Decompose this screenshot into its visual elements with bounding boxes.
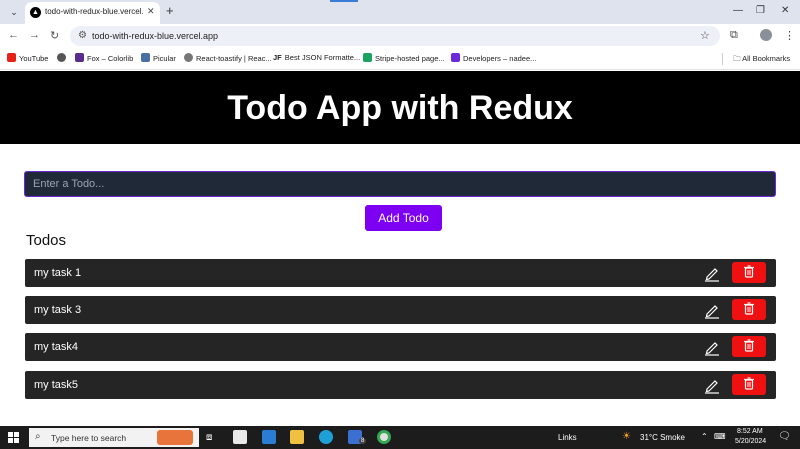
bookmarks-divider <box>722 53 723 65</box>
todo-text: my task 3 <box>34 304 82 316</box>
trash-icon <box>744 338 754 352</box>
notification-badge: 8 <box>359 438 367 444</box>
bookmark-star-icon[interactable]: ☆ <box>700 29 710 42</box>
picular-icon <box>141 53 150 62</box>
action-center-icon[interactable]: 🗨 <box>778 431 791 442</box>
delete-button[interactable] <box>732 299 766 320</box>
youtube-icon <box>7 53 16 62</box>
trash-icon <box>744 264 754 278</box>
edit-pencil-icon[interactable] <box>703 301 721 319</box>
todos-heading: Todos <box>26 232 67 249</box>
tab-title: todo-with-redux-blue.vercel.app <box>45 7 143 16</box>
delete-button[interactable] <box>732 336 766 357</box>
file-explorer-icon[interactable] <box>290 430 304 444</box>
back-arrow-icon[interactable]: ← <box>8 29 19 41</box>
taskbar-search-text: Type here to search <box>51 433 127 443</box>
clock-date[interactable]: 5/20/2024 <box>735 438 766 445</box>
tab-close-icon[interactable]: ✕ <box>147 6 155 17</box>
mail-app-icon[interactable] <box>262 430 276 444</box>
bookmark-globe[interactable] <box>57 53 69 65</box>
site-info-icon[interactable]: ⚙ <box>78 30 87 41</box>
task-view-icon[interactable]: ⧈ <box>206 432 212 443</box>
url-text: todo-with-redux-blue.vercel.app <box>92 31 219 41</box>
page-title: Todo App with Redux <box>227 89 573 127</box>
browser-tab[interactable]: ▲ todo-with-redux-blue.vercel.app ✕ <box>25 2 160 24</box>
browser-window: ⌄ ▲ todo-with-redux-blue.vercel.app ✕ + … <box>0 0 800 449</box>
bookmark-developers[interactable]: Developers – nadee... <box>451 53 536 65</box>
edge-browser-icon[interactable] <box>319 430 333 444</box>
clock-time[interactable]: 8:52 AM <box>737 428 763 435</box>
kebab-menu-icon[interactable]: ⋮ <box>784 29 795 42</box>
add-todo-button[interactable]: Add Todo <box>365 205 442 231</box>
todo-text: my task 1 <box>34 267 82 279</box>
window-close-icon[interactable]: ✕ <box>781 5 789 16</box>
tray-chevron-up-icon[interactable]: ⌃ <box>701 432 708 441</box>
todo-item: my task4 <box>25 333 776 361</box>
toastify-icon <box>184 53 193 62</box>
new-tab-plus-icon[interactable]: + <box>166 3 174 18</box>
search-highlight-image <box>157 430 193 445</box>
todo-text: my task5 <box>34 379 79 391</box>
address-bar[interactable]: ⚙ todo-with-redux-blue.vercel.app ☆ <box>70 26 720 46</box>
trash-icon <box>744 376 754 390</box>
keyboard-icon[interactable]: ⌨ <box>714 432 726 441</box>
edit-pencil-icon[interactable] <box>703 264 721 282</box>
todo-input[interactable] <box>24 171 776 197</box>
todo-item: my task 1 <box>25 259 776 287</box>
tab-strip: ⌄ ▲ todo-with-redux-blue.vercel.app ✕ + … <box>0 0 800 24</box>
vercel-favicon-icon: ▲ <box>30 7 41 18</box>
bookmark-colorlib[interactable]: Fox – Colorlib <box>75 53 133 65</box>
jf-icon: JF <box>273 53 282 62</box>
chrome-app-icon[interactable] <box>377 430 391 444</box>
todo-item: my task5 <box>25 371 776 399</box>
taskbar-search-box[interactable]: ⌕ Type here to search <box>29 428 199 447</box>
search-icon: ⌕ <box>35 431 41 442</box>
links-toolbar[interactable]: Links <box>558 433 577 442</box>
forward-arrow-icon[interactable]: → <box>29 29 40 41</box>
reload-icon[interactable]: ↻ <box>50 29 59 42</box>
developers-icon <box>451 53 460 62</box>
colorlib-icon <box>75 53 84 62</box>
bookmarks-bar: YouTube Fox – Colorlib Picular React-toa… <box>0 48 800 70</box>
todo-text: my task4 <box>34 341 79 353</box>
todo-item: my task 3 <box>25 296 776 324</box>
tab-strip-accent <box>330 0 358 2</box>
delete-button[interactable] <box>732 374 766 395</box>
minimize-icon[interactable]: — <box>733 5 743 16</box>
bookmark-stripe[interactable]: Stripe-hosted page... <box>363 53 445 65</box>
bookmark-json-formatter[interactable]: JF Best JSON Formatte... <box>273 53 360 65</box>
bookmark-picular[interactable]: Picular <box>141 53 176 65</box>
store-app-icon[interactable] <box>233 430 247 444</box>
stripe-icon <box>363 53 372 62</box>
restore-icon[interactable]: ❐ <box>756 5 765 16</box>
windows-start-icon[interactable] <box>8 432 19 443</box>
profile-avatar[interactable] <box>760 29 772 41</box>
weather-text[interactable]: 31°C Smoke <box>640 433 685 442</box>
windows-taskbar: ⌕ Type here to search ⧈ 8 Links ☀ 31°C S… <box>0 426 800 449</box>
tab-search-chevron-icon[interactable]: ⌄ <box>6 5 22 19</box>
edit-pencil-icon[interactable] <box>703 376 721 394</box>
edit-pencil-icon[interactable] <box>703 338 721 356</box>
browser-toolbar: ← → ↻ ⚙ todo-with-redux-blue.vercel.app … <box>0 24 800 48</box>
all-bookmarks[interactable]: 🗀 All Bookmarks <box>733 53 790 66</box>
bookmark-youtube[interactable]: YouTube <box>7 53 48 65</box>
delete-button[interactable] <box>732 262 766 283</box>
bookmark-react-toastify[interactable]: React-toastify | Reac... <box>184 53 272 65</box>
folder-icon: 🗀 <box>733 54 743 63</box>
trash-icon <box>744 301 754 315</box>
header-banner: Todo App with Redux <box>0 71 800 144</box>
globe-icon <box>57 53 66 62</box>
web-page: Todo App with Redux Add Todo Todos my ta… <box>0 71 800 426</box>
weather-icon: ☀ <box>622 431 631 442</box>
extensions-puzzle-icon[interactable]: ⧉ <box>730 29 738 42</box>
